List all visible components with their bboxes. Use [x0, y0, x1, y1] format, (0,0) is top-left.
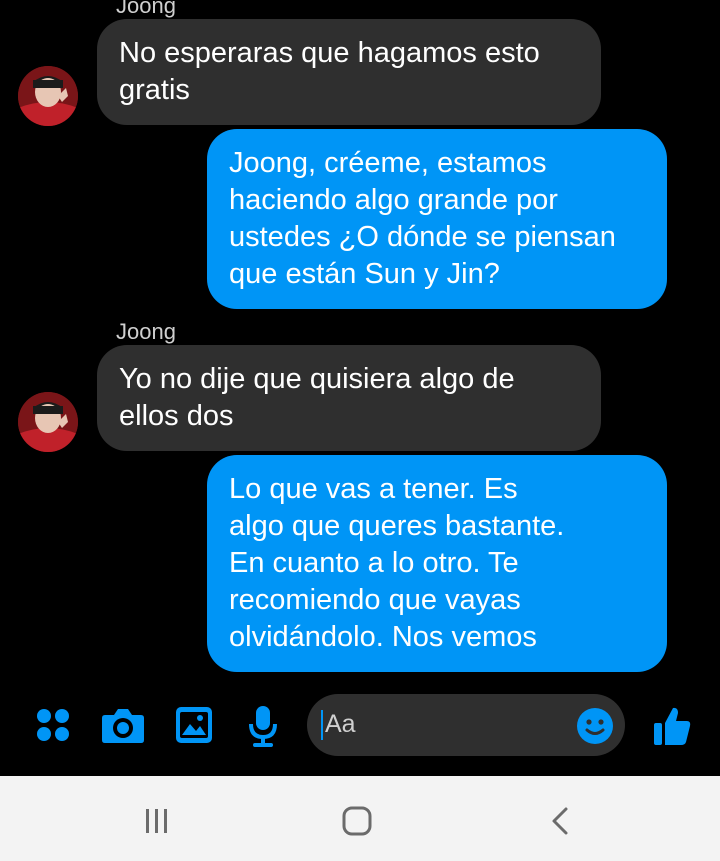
message-bubble-incoming[interactable]: No esperaras que hagamos esto gratis — [97, 19, 601, 125]
avatar-image — [18, 392, 78, 452]
text-caret — [321, 710, 323, 740]
emoji-icon[interactable] — [575, 706, 615, 746]
camera-icon[interactable] — [100, 704, 146, 746]
message-text-field[interactable] — [325, 704, 565, 744]
back-icon[interactable] — [546, 804, 574, 838]
apps-icon[interactable] — [34, 706, 72, 744]
message-bubble-outgoing[interactable]: Lo que vas a tener. Es algo que queres b… — [207, 455, 667, 672]
message-bubble-outgoing[interactable]: Joong, créeme, estamos haciendo algo gra… — [207, 129, 667, 309]
sender-name: Joong — [116, 319, 176, 344]
gallery-icon[interactable] — [174, 705, 214, 745]
thumbs-up-icon[interactable] — [651, 704, 693, 748]
microphone-icon[interactable] — [246, 704, 280, 748]
home-icon[interactable] — [339, 804, 375, 838]
message-input[interactable] — [307, 694, 625, 756]
contact-avatar[interactable] — [18, 66, 78, 126]
sender-name: Joong — [116, 0, 176, 18]
composer-bar — [0, 690, 720, 768]
contact-avatar[interactable] — [18, 392, 78, 452]
recent-apps-icon[interactable] — [140, 806, 174, 836]
message-bubble-incoming[interactable]: Yo no dije que quisiera algo de ellos do… — [97, 345, 601, 451]
avatar-image — [18, 66, 78, 126]
system-navigation-bar — [0, 776, 720, 861]
